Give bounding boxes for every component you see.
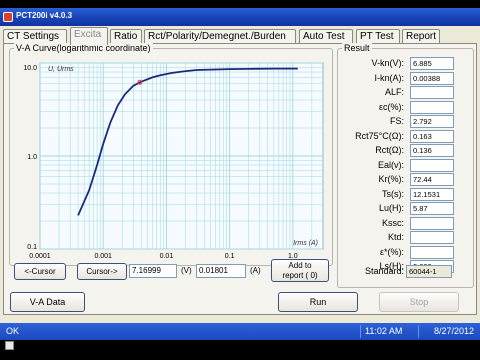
result-value-field[interactable]: 0.163 [410, 129, 454, 143]
va-curve-chart: 0.0001 0.001 0.01 0.1 1.010.01.00.1U, UrmsIr… [23, 62, 324, 260]
tab-auto-test[interactable]: Auto Test [299, 29, 353, 44]
tab-strip: CT Settings Excita Ratio Rct/Polarity/De… [0, 26, 480, 45]
va-curve-group: V-A Curve(logarithmic coordinate) 0.0001… [9, 43, 333, 266]
run-button[interactable]: Run [278, 292, 358, 312]
result-group: Result V-kn(V): 6.885 I-kn(A): 0.00388 ALF: ε… [337, 43, 474, 288]
result-label: Lu(H): [378, 203, 404, 213]
result-value-field[interactable]: 5.87 [410, 202, 454, 215]
result-value-field[interactable] [410, 158, 454, 172]
result-label: V-kn(V): [371, 58, 404, 68]
title-bar: PCT200i v4.0.3 [0, 8, 480, 26]
standard-label: Standard: [364, 266, 404, 276]
result-value-field[interactable]: 0.136 [410, 144, 454, 157]
cursor-current-field[interactable]: 0.01801 [196, 264, 246, 278]
tab-ct-settings[interactable]: CT Settings [3, 29, 67, 44]
result-label: I-kn(A): [374, 72, 404, 83]
result-label: εc(%): [378, 101, 404, 112]
result-label: ALF: [384, 87, 404, 97]
result-label: FS: [389, 116, 404, 126]
add-to-report-line1: Add to [288, 261, 312, 270]
result-value-field[interactable] [410, 216, 454, 230]
status-time: 11:02 AM [360, 325, 416, 338]
result-label: Rct(Ω): [375, 145, 404, 155]
voltage-unit-label: (V) [181, 266, 192, 275]
x-axis-label: Irms (A) [293, 240, 318, 247]
x-tick-label: 0.0001 [29, 253, 51, 260]
result-value-field[interactable] [410, 100, 454, 114]
result-value-field[interactable] [410, 245, 454, 259]
prev-cursor-button[interactable]: <-Cursor [14, 263, 66, 280]
result-value-field[interactable]: 0.00388 [410, 71, 454, 85]
y-axis-label: U, Urms [48, 66, 74, 73]
status-bar: OK 11:02 AM 8/27/2012 [0, 323, 480, 340]
result-label: Eal(v): [377, 159, 404, 170]
result-label: Ktd: [387, 232, 404, 242]
va-data-button[interactable]: V-A Data [10, 292, 85, 312]
x-tick-label: 0.001 [94, 253, 112, 260]
x-tick-label: 0.01 [160, 253, 174, 260]
status-date: 8/27/2012 [418, 325, 478, 338]
tab-ratio[interactable]: Ratio [110, 29, 142, 44]
app-title: PCT200i v4.0.3 [16, 11, 73, 20]
x-tick-label: 0.1 [225, 253, 235, 260]
tab-report[interactable]: Report [402, 29, 440, 44]
stop-button[interactable]: Stop [379, 292, 459, 312]
tab-pt-test[interactable]: PT Test [356, 29, 400, 44]
result-value-field[interactable]: 2.792 [410, 115, 454, 128]
add-to-report-button[interactable]: Add to report ( 0) [271, 259, 329, 282]
excita-panel: V-A Curve(logarithmic coordinate) 0.0001… [3, 43, 477, 315]
app-icon [3, 12, 13, 22]
result-value-field[interactable]: 6.885 [410, 57, 454, 70]
standard-field[interactable]: 60044-1 [406, 265, 452, 278]
tab-rct-polarity[interactable]: Rct/Polarity/Demegnet./Burden [144, 29, 296, 44]
result-value-field[interactable]: 72.44 [410, 173, 454, 186]
result-value-field[interactable]: 12.1531 [410, 187, 454, 201]
result-label: Rct75°C(Ω): [355, 130, 404, 141]
result-label: Ts(s): [382, 188, 404, 199]
add-to-report-line2: report ( 0) [282, 271, 318, 280]
next-cursor-button[interactable]: Cursor-> [77, 263, 127, 280]
y-tick-label: 1.0 [27, 154, 37, 161]
current-unit-label: (A) [250, 266, 261, 275]
result-title: Result [342, 43, 372, 53]
taskbar-strip [0, 340, 480, 352]
taskbar-app-icon[interactable] [5, 341, 14, 350]
result-value-field[interactable] [410, 231, 454, 244]
cursor-voltage-field[interactable]: 7.16999 [129, 264, 177, 278]
status-text: OK [6, 326, 20, 336]
result-value-field[interactable] [410, 86, 454, 99]
y-tick-label: 0.1 [27, 244, 37, 251]
tab-excita[interactable]: Excita [70, 27, 108, 45]
screen-frame: PCT200i v4.0.3 CT Settings Excita Ratio … [0, 0, 480, 360]
y-tick-label: 10.0 [23, 65, 37, 72]
result-label: Kr(%): [378, 174, 405, 184]
result-label: ε*(%): [379, 246, 404, 257]
result-label: Kssc: [381, 217, 404, 228]
